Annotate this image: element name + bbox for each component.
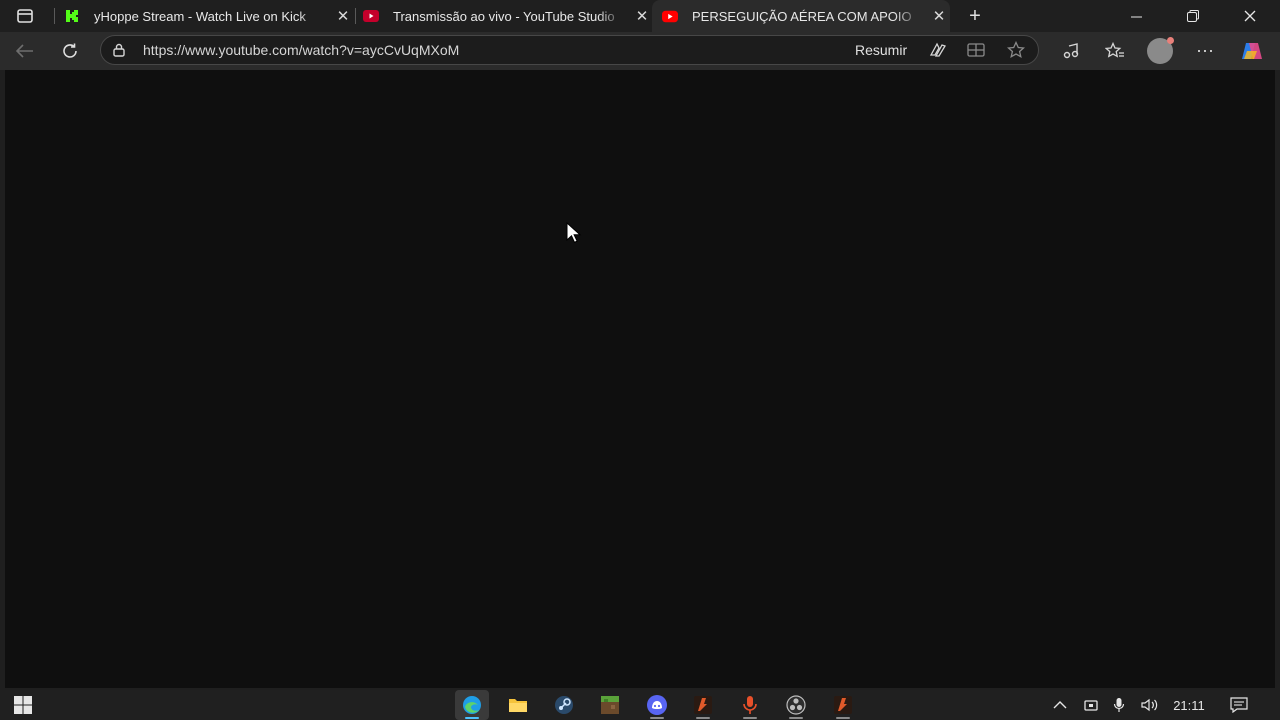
network-icon [1084, 700, 1098, 711]
close-tab-icon[interactable]: ✕ [928, 5, 950, 27]
notification-center-button[interactable] [1226, 690, 1252, 720]
refresh-icon [63, 43, 77, 58]
close-tab-icon[interactable]: ✕ [631, 5, 653, 27]
obs-icon [786, 695, 806, 715]
address-bar[interactable]: https://www.youtube.com/watch?v=aycCvUqM… [100, 35, 1039, 65]
music-note-icon [1063, 43, 1079, 59]
clock[interactable]: 21:11 [1166, 690, 1212, 720]
copilot-button[interactable] [1237, 36, 1267, 66]
url-text[interactable]: https://www.youtube.com/watch?v=aycCvUqM… [143, 42, 459, 58]
summarize-button[interactable]: Resumir [855, 42, 907, 58]
taskbar-app[interactable] [686, 690, 720, 720]
microphone-icon [1113, 698, 1125, 712]
tray-network[interactable] [1080, 690, 1102, 720]
site-info-lock-icon[interactable] [112, 43, 126, 62]
plus-icon: + [969, 4, 981, 27]
tab-title: yHoppe Stream - Watch Live on Kick [94, 8, 306, 24]
tab-actions-button[interactable] [10, 1, 40, 31]
minimize-icon [1130, 16, 1142, 17]
restore-icon [1187, 10, 1199, 22]
tray-microphone[interactable] [1108, 690, 1130, 720]
restore-button[interactable] [1165, 0, 1221, 32]
taskbar-app-2[interactable] [826, 690, 860, 720]
minecraft-icon [601, 696, 619, 714]
notification-icon [1230, 697, 1248, 713]
refresh-button[interactable] [55, 36, 85, 66]
minimize-button[interactable] [1108, 0, 1164, 32]
settings-more-button[interactable]: ⋯ [1190, 36, 1220, 66]
taskbar-microphone-app[interactable] [733, 690, 767, 720]
tab-title: PERSEGUIÇÃO AÉREA COM APOIO [692, 8, 912, 24]
back-arrow-icon [16, 44, 33, 58]
tab-actions-icon [17, 9, 33, 23]
mouse-cursor-icon [566, 222, 582, 243]
chevron-up-icon [1053, 701, 1067, 709]
more-dots-icon: ⋯ [1196, 40, 1214, 61]
summarize-icon[interactable] [927, 42, 947, 63]
windows-taskbar: 21:11 [0, 690, 1280, 720]
taskbar-steam[interactable] [547, 690, 581, 720]
file-explorer-icon [509, 699, 527, 712]
steam-icon [555, 696, 573, 714]
youtube-icon [662, 8, 678, 24]
taskbar-discord[interactable] [640, 690, 674, 720]
close-tab-icon[interactable]: ✕ [332, 5, 354, 27]
taskbar-minecraft[interactable] [593, 690, 627, 720]
profile-button[interactable] [1145, 36, 1175, 66]
tab-youtube-studio[interactable]: Transmissão ao vivo - YouTube Studio ✕ [363, 0, 653, 32]
start-button[interactable] [6, 690, 40, 720]
back-button[interactable] [10, 36, 40, 66]
tab-youtube-video[interactable]: PERSEGUIÇÃO AÉREA COM APOIO ✕ [652, 0, 950, 32]
microphone-app-icon [743, 696, 757, 714]
close-window-button[interactable] [1222, 0, 1278, 32]
media-control-button[interactable] [1056, 36, 1086, 66]
youtube-studio-icon [363, 8, 379, 24]
tab-title: Transmissão ao vivo - YouTube Studio [393, 8, 615, 24]
avatar [1147, 37, 1174, 64]
tray-volume[interactable] [1137, 690, 1163, 720]
tab-kick[interactable]: yHoppe Stream - Watch Live on Kick ✕ [64, 0, 354, 32]
new-tab-button[interactable]: + [960, 1, 990, 31]
taskbar-file-explorer[interactable] [501, 690, 535, 720]
show-hidden-icons-button[interactable] [1048, 690, 1072, 720]
video-page-content[interactable] [5, 70, 1275, 688]
favorites-button[interactable] [1100, 36, 1130, 66]
taskbar-edge[interactable] [455, 690, 489, 720]
tab-bar: yHoppe Stream - Watch Live on Kick ✕ Tra… [0, 0, 1280, 32]
favorites-list-icon [1105, 42, 1124, 58]
discord-icon [647, 695, 667, 715]
copilot-icon [1242, 43, 1262, 59]
volume-icon [1141, 698, 1158, 712]
kick-logo-icon [64, 8, 80, 24]
app-icon [694, 696, 712, 714]
close-icon [1244, 10, 1256, 22]
taskbar-obs[interactable] [779, 690, 813, 720]
edge-icon [463, 696, 481, 714]
app-icon [834, 696, 852, 714]
windows-logo-icon [14, 696, 32, 714]
split-screen-icon[interactable] [967, 42, 985, 63]
favorite-star-icon[interactable] [1006, 40, 1026, 64]
